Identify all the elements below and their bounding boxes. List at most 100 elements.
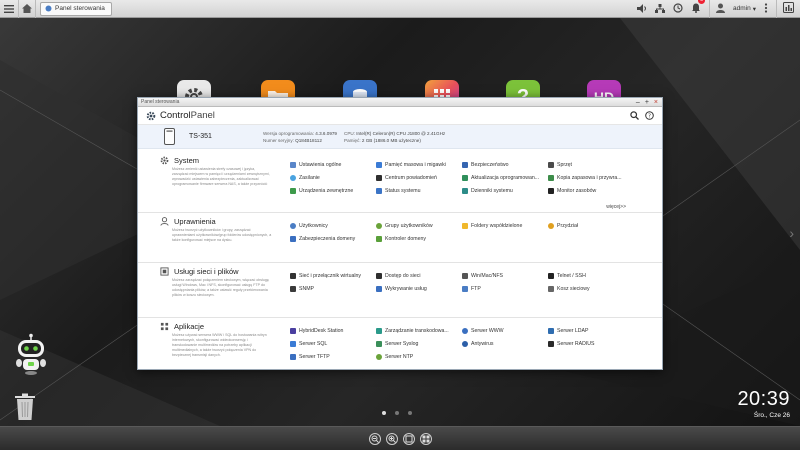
window-titlebar[interactable]: Panel sterowania – + × bbox=[138, 98, 662, 107]
notification-badge: 8 bbox=[698, 0, 706, 4]
search-icon[interactable] bbox=[630, 107, 639, 125]
item-security[interactable]: Bezpieczeństwo bbox=[462, 161, 548, 168]
page-dot-1[interactable] bbox=[382, 411, 386, 415]
item-antivirus[interactable]: Antywirus bbox=[462, 340, 548, 347]
page-dot-2[interactable] bbox=[395, 411, 399, 415]
tab-control-panel[interactable]: Panel sterowania bbox=[40, 1, 112, 16]
item-tftp-server[interactable]: Serwer TFTP bbox=[290, 353, 376, 360]
item-shared-folders[interactable]: Foldery współdzielone bbox=[462, 222, 548, 229]
volume-icon[interactable] bbox=[637, 0, 647, 18]
item-users[interactable]: Użytkownicy bbox=[290, 222, 376, 229]
maximize-icon[interactable]: + bbox=[645, 99, 649, 106]
item-domain-controller[interactable]: Kontroler domeny bbox=[376, 235, 462, 242]
item-system-status[interactable]: Status systemu bbox=[376, 187, 462, 194]
fit-screen-icon[interactable] bbox=[402, 432, 415, 445]
item-network-virtual-switch[interactable]: Sieć i przełącznik wirtualny bbox=[290, 272, 376, 279]
control-panel-tab-icon bbox=[45, 5, 52, 12]
item-label: Serwer TFTP bbox=[299, 353, 330, 360]
zoom-out-icon[interactable] bbox=[368, 432, 381, 445]
close-icon[interactable]: × bbox=[654, 99, 658, 106]
item-label: Dostęp do sieci bbox=[385, 272, 421, 279]
item-hardware[interactable]: Sprzęt bbox=[548, 161, 634, 168]
item-ntp-server[interactable]: Serwer NTP bbox=[376, 353, 462, 360]
item-general-settings[interactable]: Ustawienia ogólne bbox=[290, 161, 376, 168]
background-tasks-icon[interactable] bbox=[673, 0, 683, 18]
item-label: Serwer WWW bbox=[471, 327, 504, 334]
section-privileges: Uprawnienia Możesz tworzyć użytkowników … bbox=[138, 213, 662, 263]
item-hybriddesk-station[interactable]: HybridDesk Station bbox=[290, 327, 376, 334]
trash-icon[interactable] bbox=[14, 393, 36, 421]
more-options-icon[interactable] bbox=[764, 0, 768, 18]
menu-icon[interactable] bbox=[0, 0, 18, 18]
user-menu[interactable]: admin ▾ bbox=[733, 5, 756, 13]
item-firmware-update[interactable]: Aktualizacja oprogramowan... bbox=[462, 174, 548, 181]
database-icon bbox=[290, 340, 296, 347]
transcode-icon bbox=[376, 327, 382, 334]
fw-value: 4.3.6.0979 bbox=[315, 130, 337, 136]
zoom-in-icon[interactable] bbox=[385, 432, 398, 445]
item-resource-monitor[interactable]: Monitor zasobów bbox=[548, 187, 634, 194]
item-label: Sprzęt bbox=[557, 161, 572, 168]
more-link[interactable]: więcej>> bbox=[606, 204, 626, 210]
domain-security-icon bbox=[290, 235, 296, 242]
firmware-update-icon bbox=[462, 174, 468, 181]
item-label: Kontroler domeny bbox=[385, 235, 426, 242]
robot-assistant-icon[interactable] bbox=[10, 333, 52, 375]
item-user-groups[interactable]: Grupy użytkowników bbox=[376, 222, 462, 229]
item-snmp[interactable]: SNMP bbox=[290, 285, 376, 292]
home-icon[interactable] bbox=[18, 0, 36, 18]
system-items: Ustawienia ogólne Pamięć masowa i migawk… bbox=[278, 152, 662, 212]
item-ldap-server[interactable]: Serwer LDAP bbox=[548, 327, 634, 334]
item-radius-server[interactable]: Serwer RADIUS bbox=[548, 340, 634, 347]
notification-icon[interactable]: 8 bbox=[691, 0, 706, 18]
ldap-icon bbox=[548, 327, 554, 334]
window-header: ControlPanel ? bbox=[138, 107, 662, 125]
backup-icon bbox=[548, 174, 554, 181]
page-dot-3[interactable] bbox=[408, 411, 412, 415]
nas-device-icon bbox=[164, 128, 175, 145]
item-label: Zarządzanie transkodowa... bbox=[385, 327, 449, 334]
minimize-icon[interactable]: – bbox=[636, 99, 640, 106]
win-mac-nfs-icon bbox=[462, 272, 468, 279]
item-domain-security[interactable]: Zabezpieczenia domeny bbox=[290, 235, 376, 242]
gear-icon bbox=[146, 111, 156, 120]
item-system-logs[interactable]: Dzienniki systemu bbox=[462, 187, 548, 194]
item-ftp[interactable]: FTP bbox=[462, 285, 548, 292]
network-tree-icon[interactable] bbox=[655, 0, 666, 18]
section-description: Możesz używać serwera WWW i SQL do hosto… bbox=[172, 333, 267, 357]
show-desktop-icon[interactable] bbox=[419, 432, 432, 445]
item-web-server[interactable]: Serwer WWW bbox=[462, 327, 548, 334]
user-icon bbox=[160, 217, 169, 226]
chevron-down-icon: ▾ bbox=[752, 5, 756, 13]
item-external-devices[interactable]: Urządzenia zewnętrzne bbox=[290, 187, 376, 194]
item-transcode-management[interactable]: Zarządzanie transkodowa... bbox=[376, 327, 462, 334]
item-quota[interactable]: Przydział bbox=[548, 222, 634, 229]
item-telnet-ssh[interactable]: Telnet / SSH bbox=[548, 272, 634, 279]
help-icon[interactable]: ? bbox=[645, 107, 654, 125]
item-backup-restore[interactable]: Kopia zapasowa i przywra... bbox=[548, 174, 634, 181]
item-sql-server[interactable]: Serwer SQL bbox=[290, 340, 376, 347]
item-service-discovery[interactable]: Wykrywanie usług bbox=[376, 285, 462, 292]
item-label: Kosz sieciowy bbox=[557, 285, 590, 292]
web-server-icon bbox=[462, 327, 468, 334]
item-notification-center[interactable]: Centrum powiadomień bbox=[376, 174, 462, 181]
item-label: Serwer Syslog bbox=[385, 340, 419, 347]
cpu-value: Intel(R) Celeron(R) CPU J1800 @ 2.41GHz bbox=[356, 130, 446, 136]
dashboard-icon[interactable] bbox=[776, 0, 794, 18]
cpu-memory-info: CPU: Intel(R) Celeron(R) CPU J1800 @ 2.4… bbox=[344, 130, 464, 144]
applications-icon bbox=[160, 322, 169, 331]
item-win-mac-nfs[interactable]: Win/Mac/NFS bbox=[462, 272, 548, 279]
next-page-arrow-icon[interactable]: › bbox=[789, 225, 794, 241]
section-applications: Aplikacje Możesz używać serwera WWW i SQ… bbox=[138, 318, 662, 369]
item-power[interactable]: Zasilanie bbox=[290, 174, 376, 181]
system-logs-icon bbox=[462, 187, 468, 194]
item-network-access[interactable]: Dostęp do sieci bbox=[376, 272, 462, 279]
item-label: Status systemu bbox=[385, 187, 421, 194]
domain-controller-icon bbox=[376, 235, 382, 242]
item-network-recycle-bin[interactable]: Kosz sieciowy bbox=[548, 285, 634, 292]
control-panel-window: Panel sterowania – + × ControlPanel ? TS… bbox=[137, 97, 663, 370]
item-syslog-server[interactable]: Serwer Syslog bbox=[376, 340, 462, 347]
item-label: Centrum powiadomień bbox=[385, 174, 437, 181]
item-storage-snapshots[interactable]: Pamięć masowa i migawki bbox=[376, 161, 462, 168]
clock-date: Śro., Cze 26 bbox=[753, 412, 790, 419]
